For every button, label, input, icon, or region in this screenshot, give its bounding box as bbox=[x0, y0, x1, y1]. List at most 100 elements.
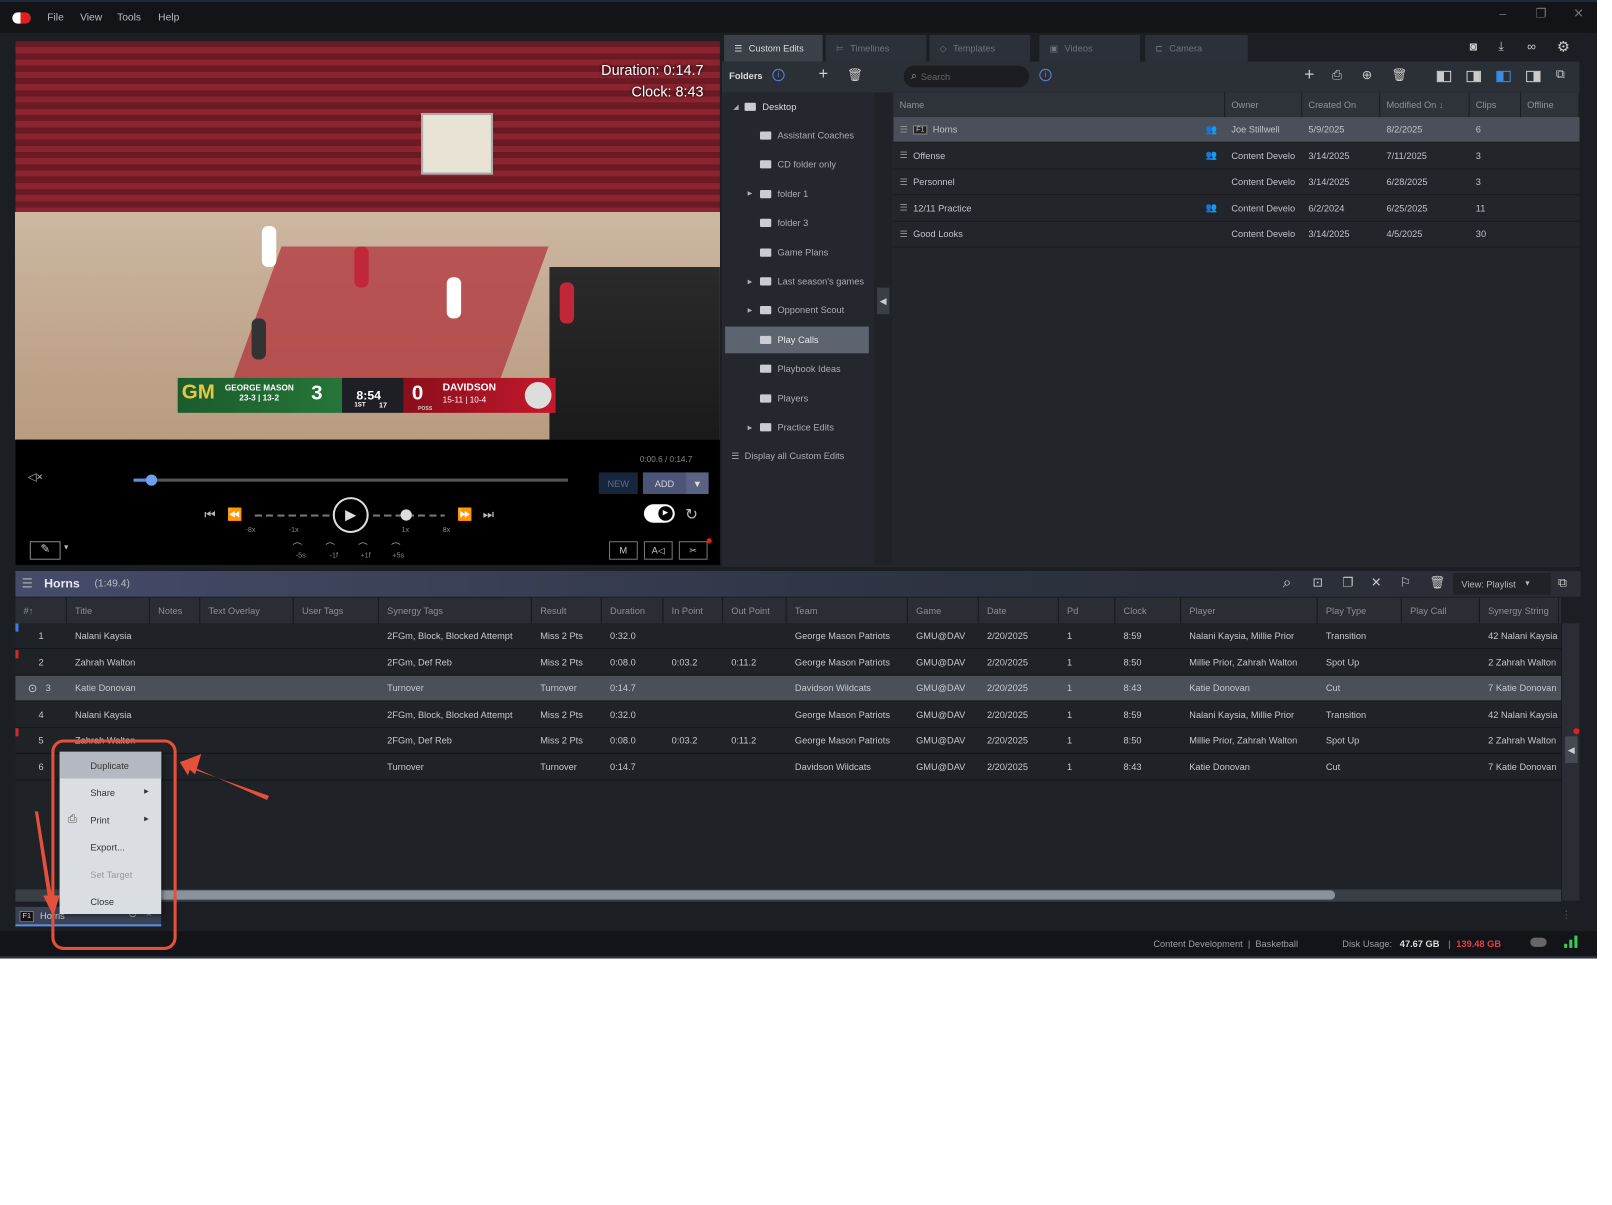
download-icon[interactable]: ⤓ bbox=[1498, 39, 1503, 54]
gear-icon[interactable]: ⚙ bbox=[1557, 38, 1570, 55]
fast-forward-icon[interactable]: ⏩ bbox=[457, 507, 472, 521]
column-header[interactable]: Duration bbox=[602, 597, 664, 624]
column-header[interactable]: Created On bbox=[1302, 92, 1381, 118]
collapse-panel-icon[interactable]: ◀ bbox=[877, 287, 890, 315]
column-header[interactable]: Offline bbox=[1521, 92, 1580, 118]
mark-button[interactable]: M bbox=[609, 541, 638, 560]
rewind-icon[interactable]: ⏪ bbox=[227, 507, 242, 521]
folder-desktop[interactable]: ◢ Desktop bbox=[725, 93, 869, 120]
skip-to-end-icon[interactable]: ⏭ bbox=[483, 507, 494, 522]
collapse-arrow-icon[interactable]: ◢ bbox=[733, 103, 739, 111]
horizontal-scroll-thumb[interactable] bbox=[143, 890, 1336, 900]
edit-row[interactable]: ☰ Offense 👥 Content Develo 3/14/2025 7/11/202… bbox=[893, 143, 1580, 169]
seek-handle[interactable] bbox=[145, 474, 158, 486]
edit-row[interactable]: ☰ Good Looks Content Develo 3/14/2025 4/5/20… bbox=[893, 222, 1580, 248]
tab-custom-edits[interactable]: ☰ Custom Edits bbox=[724, 34, 823, 62]
popout-icon[interactable]: ⧉ bbox=[1558, 575, 1567, 590]
shuffle-icon[interactable]: ✕ bbox=[1371, 575, 1381, 589]
close-button[interactable]: ✕ bbox=[1573, 6, 1583, 20]
column-header[interactable]: Owner bbox=[1225, 92, 1303, 118]
column-header[interactable]: Text Overlay bbox=[200, 597, 294, 624]
cloud-icon[interactable] bbox=[1530, 937, 1547, 947]
column-header[interactable]: Clock bbox=[1115, 597, 1182, 624]
minimize-button[interactable]: – bbox=[1499, 6, 1506, 20]
expand-panel-icon[interactable]: ◀ bbox=[1565, 736, 1578, 764]
folder-item[interactable]: ▶ Last season's games bbox=[725, 268, 869, 295]
copy-icon[interactable]: ❐ bbox=[1342, 575, 1353, 589]
add-button[interactable]: ADD bbox=[642, 472, 687, 494]
scissors-icon[interactable]: ✂ bbox=[678, 541, 708, 560]
column-header[interactable]: Modified On ↓ bbox=[1380, 92, 1470, 118]
hamburger-icon[interactable]: ☰ bbox=[22, 576, 33, 590]
column-header[interactable]: Play Type bbox=[1318, 597, 1402, 624]
column-header[interactable]: Game bbox=[908, 597, 979, 624]
delete-folder-icon[interactable]: 🗑 bbox=[847, 68, 863, 82]
folder-item[interactable]: Assistant Coaches bbox=[725, 122, 869, 149]
play-circle-icon[interactable]: ⊙ bbox=[28, 682, 37, 695]
column-header[interactable]: Name bbox=[893, 92, 1226, 118]
folder-item[interactable]: Play Calls bbox=[725, 326, 869, 354]
folder-item[interactable]: ▶ folder 1 bbox=[725, 181, 869, 208]
tab-templates[interactable]: ◇ Templates bbox=[929, 34, 1031, 62]
panel-splitter[interactable]: ◀ bbox=[873, 92, 893, 565]
folder-item[interactable]: ▶ Opponent Scout bbox=[725, 297, 869, 324]
print-icon[interactable]: ⎙ bbox=[1332, 68, 1342, 83]
column-header[interactable]: Team bbox=[787, 597, 908, 624]
add-image-icon[interactable]: ⊡ bbox=[1313, 575, 1323, 589]
column-header[interactable]: #↑ bbox=[15, 597, 67, 624]
search-info-icon[interactable]: i bbox=[1039, 68, 1052, 82]
tab-timelines[interactable]: ⊨ Timelines bbox=[825, 34, 927, 62]
menu-tools[interactable]: Tools bbox=[117, 12, 141, 23]
draw-tool-chevron-icon[interactable]: ▼ bbox=[63, 544, 70, 551]
expand-arrow-icon[interactable]: ▶ bbox=[748, 278, 760, 285]
audio-button[interactable]: A◁ bbox=[643, 541, 673, 560]
add-dropdown-chevron-icon[interactable]: ▼ bbox=[686, 472, 709, 494]
link-icon[interactable]: ∞ bbox=[1527, 39, 1536, 53]
delete-edit-icon[interactable]: 🗑 bbox=[1392, 68, 1408, 82]
mute-icon[interactable]: ◁× bbox=[28, 470, 43, 483]
menu-help[interactable]: Help bbox=[158, 12, 179, 23]
column-header[interactable]: Date bbox=[979, 597, 1059, 624]
column-header[interactable]: Result bbox=[532, 597, 602, 624]
view-select[interactable]: View: Playlist ▼ bbox=[1453, 573, 1551, 595]
popout-icon[interactable]: ⧉ bbox=[1556, 67, 1565, 82]
column-header[interactable]: User Tags bbox=[294, 597, 379, 624]
download-circle-icon[interactable]: ⊕ bbox=[1362, 68, 1372, 82]
flag-icon[interactable]: ⚐ bbox=[1400, 575, 1411, 589]
table-row[interactable]: 3 Katie Donovan Turnover Turnover 0:14.7 Davi… bbox=[15, 675, 1562, 702]
column-header[interactable]: Title bbox=[67, 597, 150, 624]
resize-grip-icon[interactable]: ⋮ bbox=[1561, 910, 1571, 921]
layout-top-left-icon[interactable] bbox=[1436, 70, 1452, 83]
seek-bar[interactable] bbox=[133, 478, 568, 482]
reverse-speed-track[interactable] bbox=[254, 514, 332, 517]
column-header[interactable]: Out Point bbox=[723, 597, 787, 624]
trash-icon[interactable]: 🗑 bbox=[1430, 575, 1446, 589]
tab-videos[interactable]: ▣ Videos bbox=[1039, 34, 1140, 62]
column-header[interactable]: Play Call bbox=[1402, 597, 1480, 624]
folder-item[interactable]: Playbook Ideas bbox=[725, 356, 869, 383]
play-button[interactable]: ▶ bbox=[332, 497, 369, 534]
column-header[interactable]: Pd bbox=[1059, 597, 1116, 624]
column-header[interactable]: Notes bbox=[150, 597, 201, 624]
speed-handle[interactable] bbox=[400, 509, 412, 521]
menu-view[interactable]: View bbox=[80, 12, 102, 23]
display-all-custom-edits[interactable]: ☰ Display all Custom Edits bbox=[725, 443, 869, 470]
add-edit-icon[interactable]: + bbox=[1304, 65, 1314, 86]
add-folder-icon[interactable]: + bbox=[819, 66, 829, 84]
folder-item[interactable]: folder 3 bbox=[725, 210, 869, 237]
folder-item[interactable]: Players bbox=[725, 385, 869, 412]
column-header[interactable]: Clips bbox=[1470, 92, 1521, 118]
new-button[interactable]: NEW bbox=[598, 472, 638, 494]
search-input[interactable]: ⌕ Search bbox=[903, 65, 1030, 88]
menu-file[interactable]: File bbox=[47, 12, 64, 23]
edit-row[interactable]: ☰ 12/11 Practice 👥 Content Develo 6/2/2024 6/… bbox=[893, 196, 1580, 222]
table-row[interactable]: 2 Zahrah Walton 2FGm, Def Reb Miss 2 Pts 0:0… bbox=[15, 649, 1562, 676]
column-header[interactable]: In Point bbox=[663, 597, 724, 624]
info-icon[interactable]: i bbox=[772, 68, 785, 82]
autoplay-toggle[interactable]: ▶ bbox=[643, 504, 675, 523]
layout-bottom-right-icon[interactable] bbox=[1526, 70, 1541, 83]
search-icon[interactable]: ⌕ bbox=[1283, 574, 1292, 591]
folder-item[interactable]: CD folder only bbox=[725, 151, 869, 178]
layout-top-right-icon[interactable] bbox=[1466, 70, 1481, 83]
folder-item[interactable]: Game Plans bbox=[725, 239, 869, 266]
